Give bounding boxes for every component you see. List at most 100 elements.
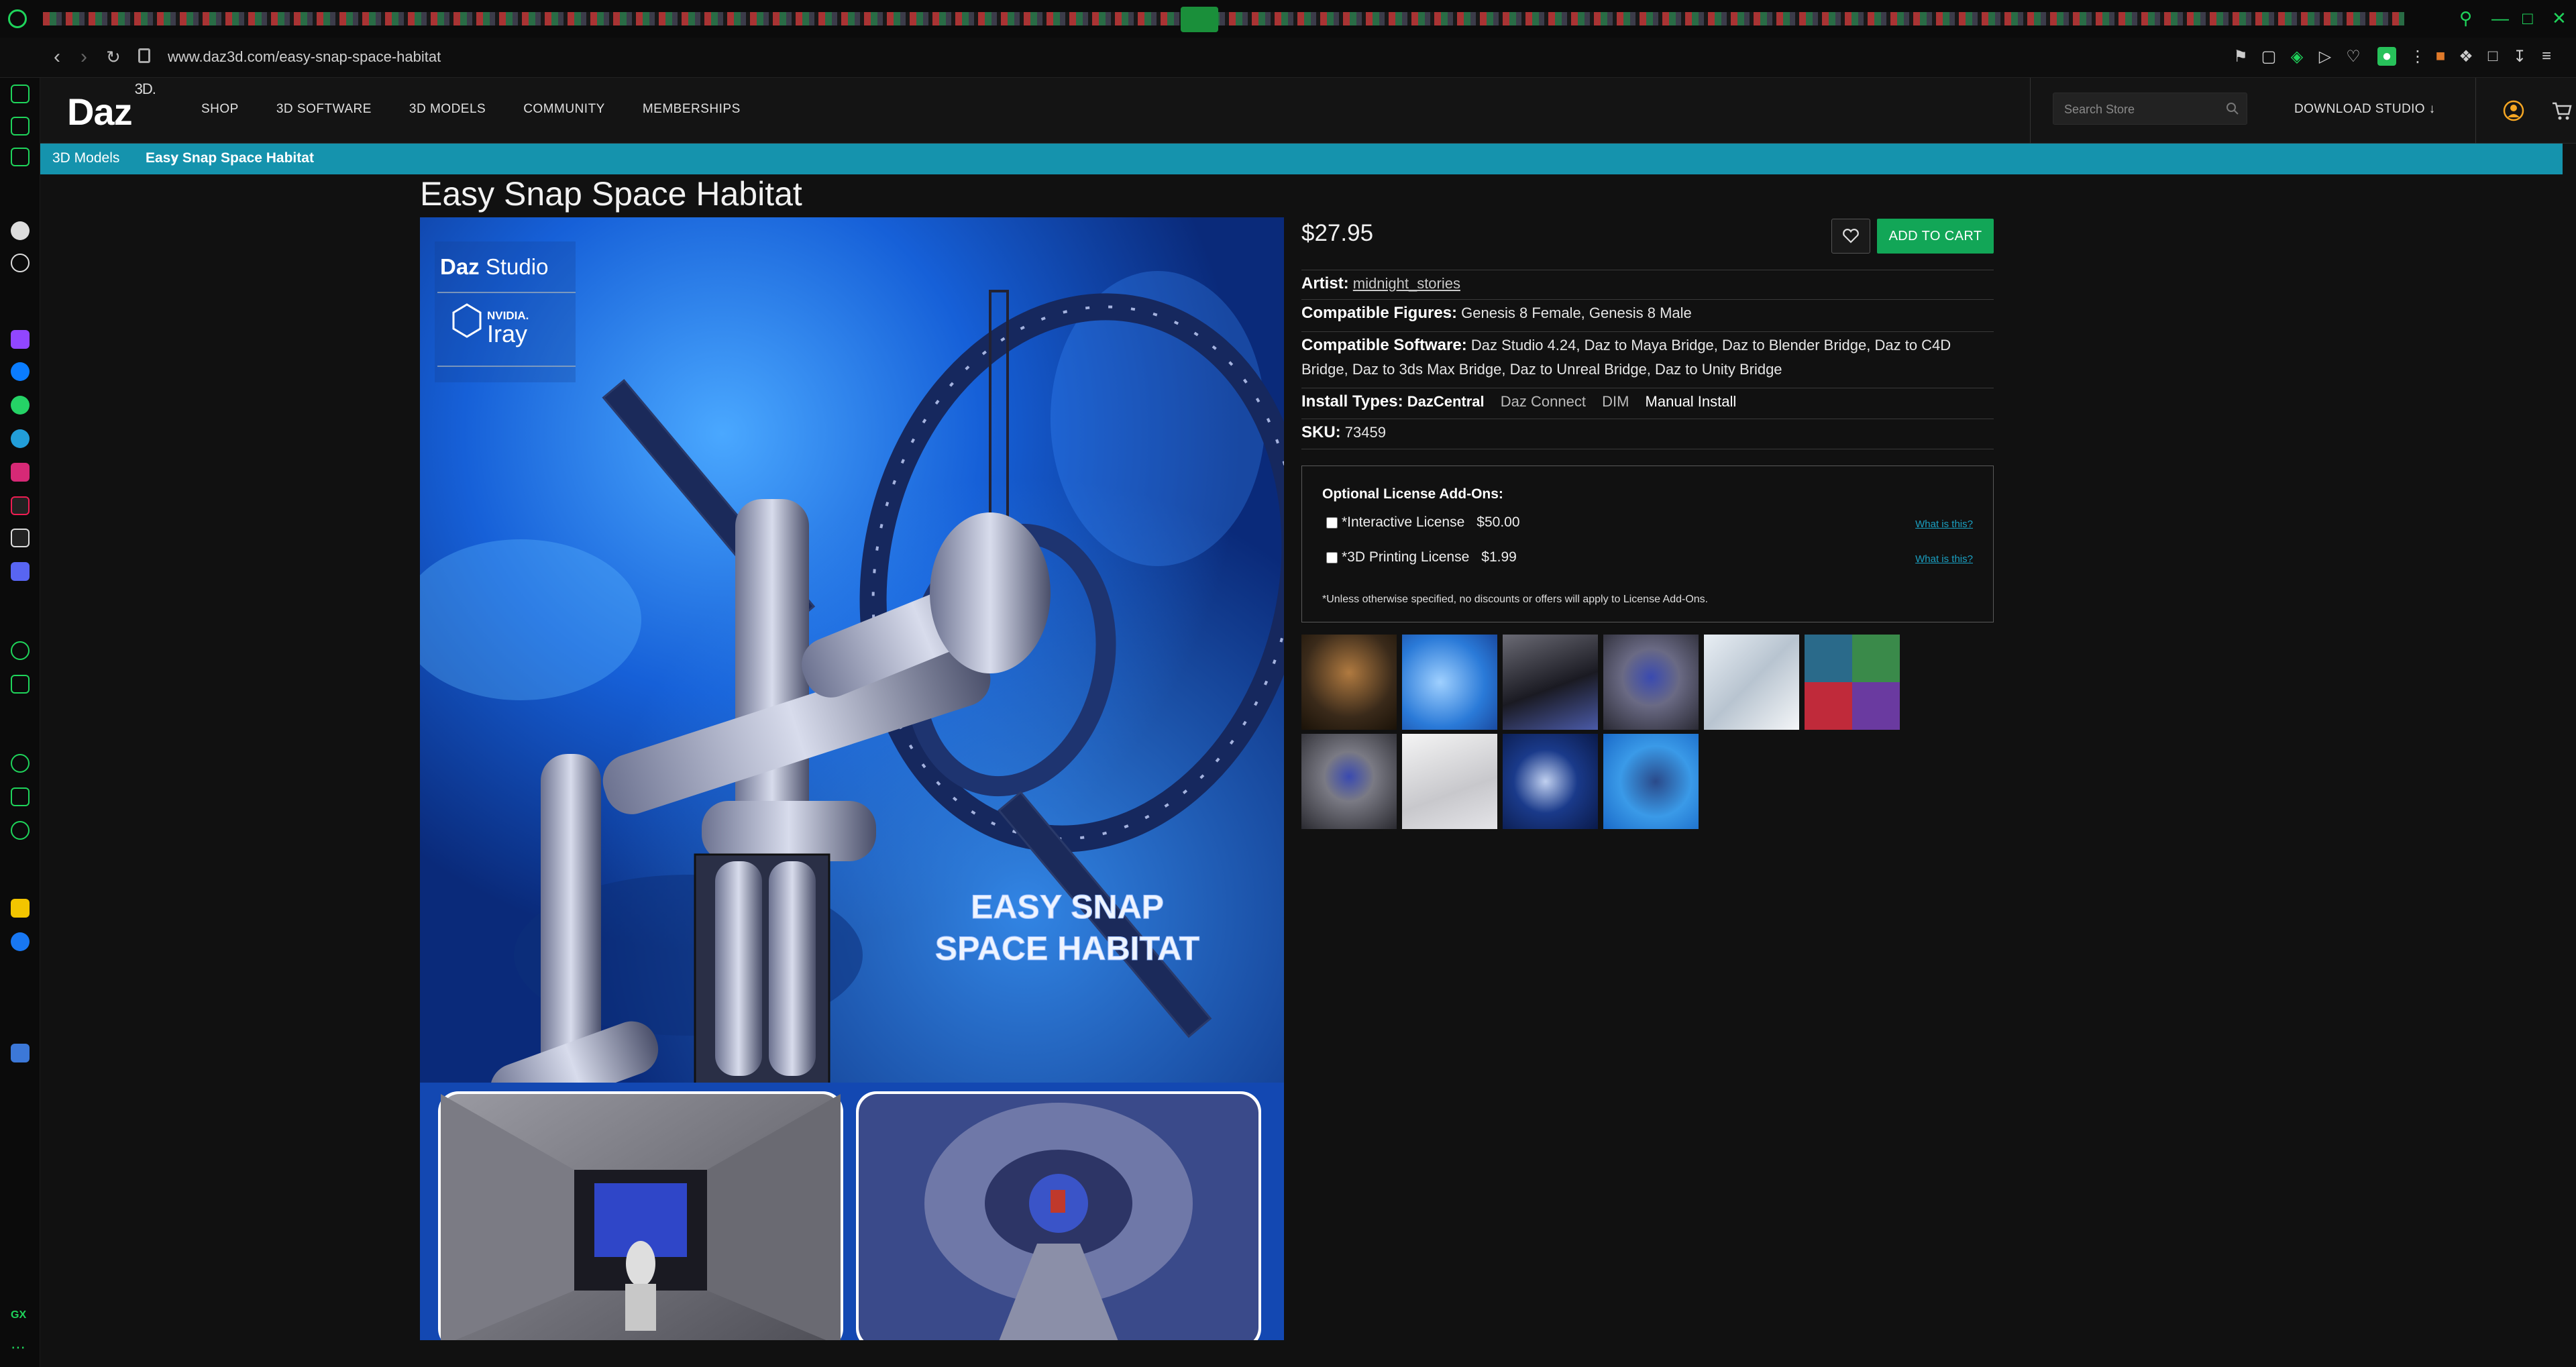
printing-license-price: $1.99 bbox=[1481, 549, 1517, 565]
printing-license-checkbox[interactable] bbox=[1326, 551, 1338, 563]
install-dim[interactable]: DIM bbox=[1602, 393, 1629, 410]
thumbnail-2[interactable] bbox=[1402, 635, 1497, 730]
active-tab[interactable] bbox=[1181, 7, 1218, 32]
url-field[interactable]: www.daz3d.com/easy-snap-space-habitat bbox=[168, 48, 441, 66]
install-dazcentral[interactable]: DazCentral bbox=[1407, 393, 1485, 410]
artist-link[interactable]: midnight_stories bbox=[1353, 275, 1460, 292]
tab-bar[interactable] bbox=[43, 12, 2404, 25]
extension-orange-icon[interactable]: ■ bbox=[2431, 47, 2450, 66]
product-hero-image[interactable]: EASY SNAP SPACE HABITAT Daz Studio NVIDI… bbox=[420, 217, 1284, 1340]
install-types-row: Install Types: DazCentral Daz Connect DI… bbox=[1301, 388, 1994, 414]
menu-dots-icon[interactable]: ⋮ bbox=[2408, 47, 2427, 66]
wallet-icon[interactable]: □ bbox=[2483, 47, 2502, 66]
sidebar-history-icon[interactable] bbox=[11, 754, 30, 773]
sidebar-m-icon[interactable] bbox=[11, 148, 30, 166]
close-window-icon[interactable]: ✕ bbox=[2552, 8, 2567, 29]
figures-value: Genesis 8 Female, Genesis 8 Male bbox=[1461, 305, 1692, 321]
play-icon[interactable]: ▷ bbox=[2316, 47, 2334, 66]
heart-outline-icon bbox=[1843, 229, 1859, 243]
maximize-icon[interactable]: □ bbox=[2522, 8, 2533, 29]
add-to-cart-button[interactable]: ADD TO CART bbox=[1877, 219, 1994, 254]
thumbnail-3[interactable] bbox=[1503, 635, 1598, 730]
product-price: $27.95 bbox=[1301, 220, 1374, 246]
compatible-software-row: Compatible Software: Daz Studio 4.24, Da… bbox=[1301, 331, 1994, 382]
cart-icon[interactable] bbox=[2551, 99, 2573, 122]
iray-badge-label: Iray bbox=[487, 320, 527, 347]
sidebar-chatgpt-icon[interactable] bbox=[11, 254, 30, 272]
sidebar-gx-icon[interactable]: GX bbox=[11, 1309, 30, 1328]
header-divider bbox=[2030, 78, 2031, 144]
site-header: Daz3D. SHOP 3D SOFTWARE 3D MODELS COMMUN… bbox=[40, 78, 2576, 144]
address-bar: ‹ › ↻ www.daz3d.com/easy-snap-space-habi… bbox=[0, 38, 2576, 78]
extension-icon[interactable]: ● bbox=[2377, 47, 2396, 66]
sidebar-news-icon[interactable] bbox=[11, 117, 30, 135]
sidebar-instagram-icon[interactable] bbox=[11, 463, 30, 482]
nav-shop[interactable]: SHOP bbox=[201, 102, 239, 117]
sidebar-telegram-icon[interactable] bbox=[11, 429, 30, 448]
sidebar-facebook-icon[interactable] bbox=[11, 932, 30, 951]
breadcrumb: 3D Models › Easy Snap Space Habitat bbox=[40, 144, 2563, 174]
forward-icon[interactable]: › bbox=[80, 46, 87, 68]
interactive-license-help-link[interactable]: What is this? bbox=[1915, 518, 1973, 530]
main-nav: SHOP 3D SOFTWARE 3D MODELS COMMUNITY MEM… bbox=[201, 102, 778, 117]
nav-3d-software[interactable]: 3D SOFTWARE bbox=[276, 102, 372, 117]
artist-label: Artist: bbox=[1301, 274, 1349, 292]
nav-memberships[interactable]: MEMBERSHIPS bbox=[643, 102, 741, 117]
thumbnail-1[interactable] bbox=[1301, 635, 1397, 730]
sidebar-discord-icon[interactable] bbox=[11, 562, 30, 581]
sidebar-twitch-icon[interactable] bbox=[11, 330, 30, 349]
install-daz-connect[interactable]: Daz Connect bbox=[1501, 393, 1586, 410]
hero-overlay-title-line2: SPACE HABITAT bbox=[935, 930, 1199, 967]
sidebar-tiktok-icon[interactable] bbox=[11, 496, 30, 515]
bookmark-icon[interactable]: ⚑ bbox=[2231, 47, 2250, 66]
thumbnail-5[interactable] bbox=[1704, 635, 1799, 730]
breadcrumb-3d-models[interactable]: 3D Models bbox=[52, 150, 119, 166]
thumbnail-10[interactable] bbox=[1603, 734, 1699, 829]
sidebar-whatsapp-icon[interactable] bbox=[11, 396, 30, 415]
thumbnail-4[interactable] bbox=[1603, 635, 1699, 730]
search-icon[interactable] bbox=[2225, 101, 2240, 116]
sidebar-x-icon[interactable] bbox=[11, 529, 30, 547]
search-tabs-icon[interactable]: ⚲ bbox=[2459, 8, 2472, 29]
heart-icon[interactable]: ♡ bbox=[2344, 47, 2363, 66]
sidebar-aria-icon[interactable] bbox=[11, 221, 30, 240]
download-studio-button[interactable]: DOWNLOAD STUDIO ↓ bbox=[2294, 102, 2436, 117]
minimize-icon[interactable]: — bbox=[2491, 8, 2509, 29]
reload-icon[interactable]: ↻ bbox=[106, 47, 121, 68]
printing-license-help-link[interactable]: What is this? bbox=[1915, 553, 1973, 565]
nav-3d-models[interactable]: 3D MODELS bbox=[409, 102, 486, 117]
license-row-interactive: *Interactive License $50.00 bbox=[1326, 514, 1520, 531]
license-note: *Unless otherwise specified, no discount… bbox=[1322, 594, 1709, 605]
sidebar-app-yellow-icon[interactable] bbox=[11, 899, 30, 918]
puzzle-icon[interactable]: ❖ bbox=[2457, 47, 2475, 66]
browser-logo-icon[interactable] bbox=[8, 9, 27, 28]
sidebar-mail-icon[interactable] bbox=[11, 85, 30, 103]
sidebar-send-icon[interactable] bbox=[11, 675, 30, 694]
thumbnail-6[interactable] bbox=[1805, 635, 1900, 730]
interactive-license-checkbox[interactable] bbox=[1326, 516, 1338, 529]
browser-tab-strip: ⚲ — □ ✕ bbox=[0, 0, 2576, 38]
daz-logo[interactable]: Daz3D. bbox=[67, 80, 156, 133]
sidebar-settings-icon[interactable] bbox=[11, 821, 30, 840]
search-input[interactable] bbox=[2064, 101, 2225, 117]
thumbnail-9[interactable] bbox=[1503, 734, 1598, 829]
sidebar-player-icon[interactable] bbox=[11, 641, 30, 660]
shield-icon[interactable]: ◈ bbox=[2288, 47, 2306, 66]
thumbnail-8[interactable] bbox=[1402, 734, 1497, 829]
browser-menu-icon[interactable]: ≡ bbox=[2537, 47, 2556, 66]
back-icon[interactable]: ‹ bbox=[54, 46, 60, 68]
sidebar-more-icon[interactable]: ⋯ bbox=[11, 1339, 30, 1358]
account-icon[interactable] bbox=[2502, 99, 2525, 122]
nav-community[interactable]: COMMUNITY bbox=[523, 102, 605, 117]
lock-icon bbox=[138, 48, 150, 63]
sidebar-extensions-icon[interactable] bbox=[11, 787, 30, 806]
download-icon[interactable]: ↧ bbox=[2510, 47, 2529, 66]
thumbnail-7[interactable] bbox=[1301, 734, 1397, 829]
install-types-label: Install Types: bbox=[1301, 392, 1403, 411]
sidebar-messenger-icon[interactable] bbox=[11, 362, 30, 381]
wishlist-button[interactable] bbox=[1831, 219, 1870, 254]
sidebar-app-blue-icon[interactable] bbox=[11, 1044, 30, 1062]
compatible-figures-row: Compatible Figures: Genesis 8 Female, Ge… bbox=[1301, 299, 1994, 325]
snapshot-icon[interactable]: ▢ bbox=[2259, 47, 2278, 66]
install-manual[interactable]: Manual Install bbox=[1646, 393, 1737, 410]
